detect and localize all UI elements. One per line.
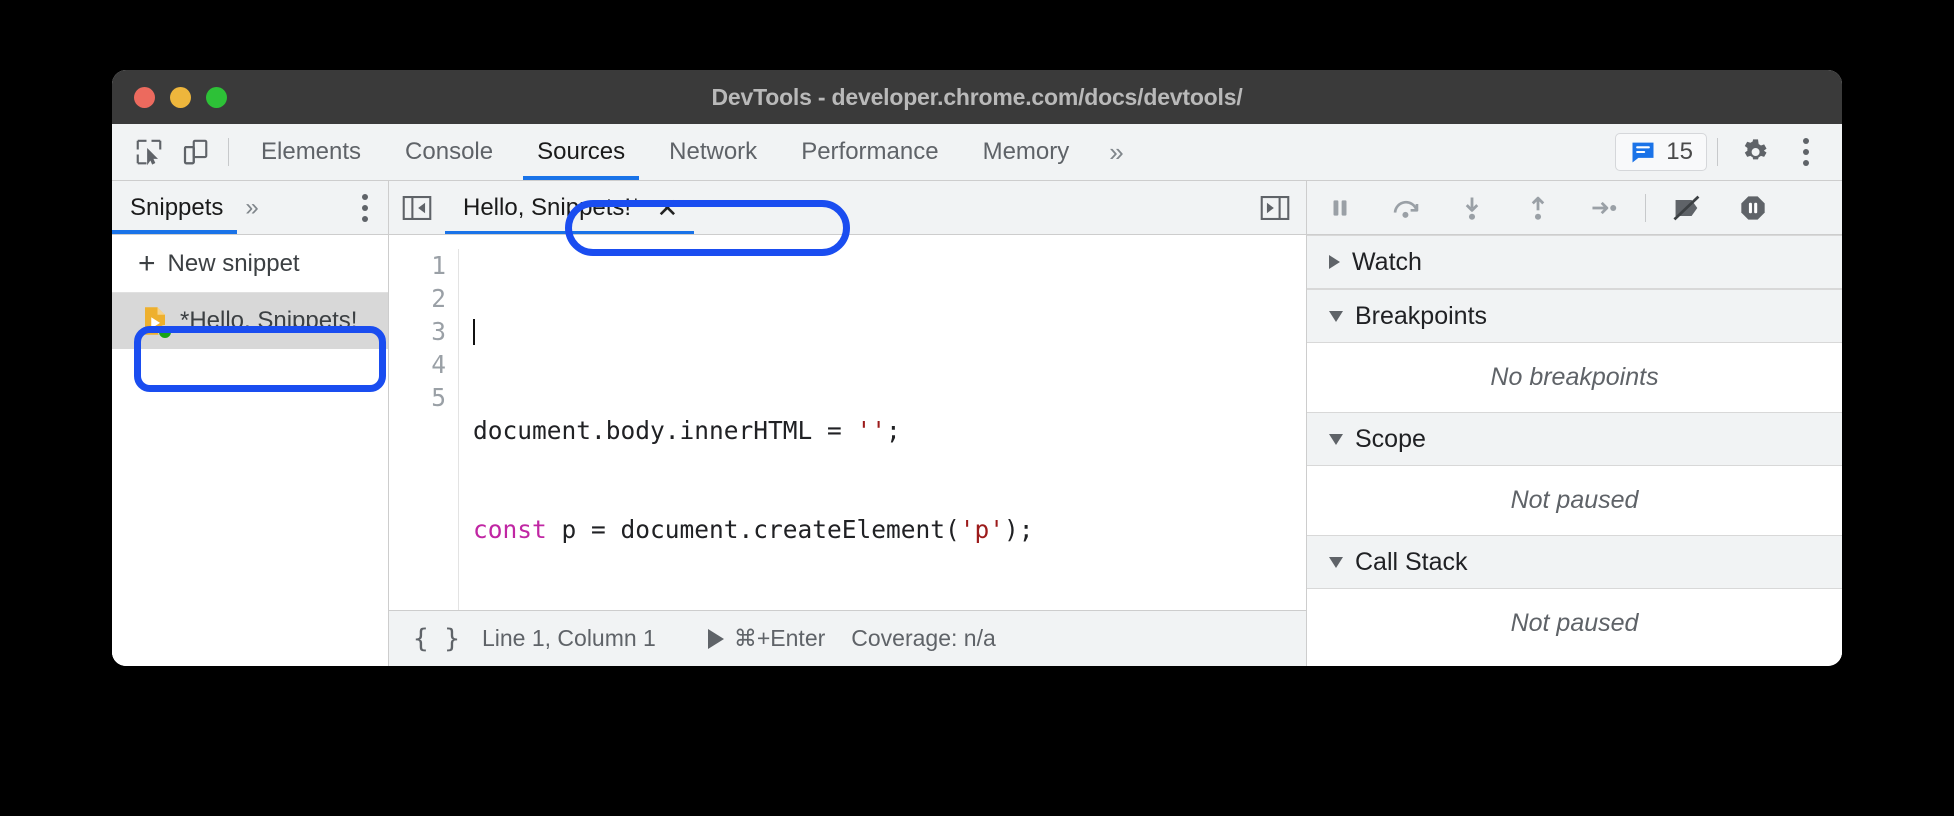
line-number: 3	[431, 317, 446, 346]
editor-status-bar: { } Line 1, Column 1 ⌘+Enter Coverage: n…	[389, 610, 1306, 666]
chevron-down-icon	[1329, 556, 1343, 568]
line-number-gutter: 1 2 3 4 5	[389, 249, 459, 610]
pretty-print-icon[interactable]: { }	[389, 624, 482, 654]
devtools-panels: Snippets » + New snippet *Hello, Snippet…	[112, 181, 1842, 666]
list-item-label: *Hello, Snippets!	[180, 307, 358, 334]
collapse-navigator-icon[interactable]	[389, 181, 445, 234]
call-stack-empty-message: Not paused	[1307, 589, 1842, 658]
section-title: Watch	[1352, 247, 1422, 276]
window-title: DevTools - developer.chrome.com/docs/dev…	[711, 83, 1243, 110]
tab-console[interactable]: Console	[383, 124, 515, 180]
issues-message-icon	[1632, 142, 1654, 163]
line-number: 4	[431, 350, 446, 379]
code-editor[interactable]: 1 2 3 4 5 document.body.innerHTML = ''; …	[389, 235, 1306, 610]
step-into-icon[interactable]	[1439, 194, 1505, 222]
debugger-toolbar-divider	[1645, 193, 1646, 222]
issues-count-label: 15	[1666, 138, 1693, 165]
snippet-file-icon	[142, 306, 172, 339]
section-header-call-stack[interactable]: Call Stack	[1307, 535, 1842, 589]
tab-sources[interactable]: Sources	[515, 124, 647, 180]
coverage-label: Coverage: n/a	[851, 625, 996, 651]
chevron-down-icon	[1329, 433, 1343, 445]
navigator-tabbar: Snippets »	[112, 181, 388, 235]
step-over-icon[interactable]	[1373, 194, 1439, 222]
devtools-window: DevTools - developer.chrome.com/docs/dev…	[112, 70, 1842, 666]
code-content[interactable]: document.body.innerHTML = ''; const p = …	[459, 249, 1034, 610]
snippet-unsaved-badge	[158, 325, 172, 339]
editor-pane: Hello, Snippets!* ✕ 1 2 3 4 5 document.b…	[389, 181, 1307, 666]
section-title: Breakpoints	[1355, 301, 1488, 330]
list-item-snippet[interactable]: *Hello, Snippets!	[112, 293, 388, 349]
tab-performance[interactable]: Performance	[779, 124, 960, 180]
devtools-main-toolbar: Elements Console Sources Network Perform…	[112, 124, 1842, 181]
navigator-pane: Snippets » + New snippet *Hello, Snippet…	[112, 181, 389, 666]
pause-on-exceptions-icon[interactable]	[1720, 194, 1786, 222]
inspect-element-icon[interactable]	[126, 124, 172, 180]
code-line-2: document.body.innerHTML = '';	[473, 416, 901, 445]
editor-tabbar-filler	[694, 181, 1244, 234]
chevron-right-icon	[1329, 255, 1340, 269]
step-icon[interactable]	[1571, 195, 1637, 221]
section-header-breakpoints[interactable]: Breakpoints	[1307, 289, 1842, 343]
sidebar-item-snippets[interactable]: Snippets	[112, 181, 238, 234]
text-caret	[473, 319, 475, 345]
gear-icon[interactable]	[1728, 124, 1780, 180]
pause-script-icon[interactable]	[1307, 195, 1373, 221]
editor-tabbar: Hello, Snippets!* ✕	[389, 181, 1306, 235]
close-icon[interactable]: ✕	[656, 195, 678, 221]
chevron-down-icon	[1329, 310, 1343, 322]
code-line-1	[473, 315, 1034, 348]
scope-empty-message: Not paused	[1307, 466, 1842, 535]
toolbar-divider-2	[1717, 138, 1718, 166]
toolbar-divider	[228, 138, 229, 166]
cursor-position-label: Line 1, Column 1	[481, 625, 656, 651]
breakpoints-empty-message: No breakpoints	[1307, 343, 1842, 412]
tab-elements[interactable]: Elements	[239, 124, 383, 180]
step-out-icon[interactable]	[1505, 194, 1571, 222]
tab-network[interactable]: Network	[647, 124, 779, 180]
line-number: 2	[431, 284, 446, 313]
code-line-3: const p = document.createElement('p');	[473, 515, 1034, 544]
section-header-scope[interactable]: Scope	[1307, 412, 1842, 466]
device-toolbar-icon[interactable]	[172, 124, 218, 180]
editor-file-tab[interactable]: Hello, Snippets!* ✕	[445, 181, 695, 234]
line-number: 1	[431, 251, 446, 280]
expand-debugger-icon[interactable]	[1244, 181, 1306, 234]
run-shortcut-label: ⌘+Enter	[733, 625, 826, 651]
navigator-empty-area	[112, 349, 388, 666]
new-snippet-label: New snippet	[167, 249, 300, 277]
tab-memory[interactable]: Memory	[961, 124, 1092, 180]
line-number: 5	[431, 383, 446, 412]
more-tabs-chevron-icon[interactable]: »	[1091, 124, 1141, 180]
navigator-kebab-menu-icon[interactable]	[342, 181, 388, 234]
debugger-sidebar: Watch Breakpoints No breakpoints Scope N…	[1307, 181, 1842, 666]
navigator-more-tabs-chevron-icon[interactable]: »	[237, 181, 266, 234]
section-title: Scope	[1355, 424, 1426, 453]
run-snippet-hint[interactable]: ⌘+Enter	[707, 625, 851, 652]
editor-file-tab-label: Hello, Snippets!*	[463, 193, 641, 221]
deactivate-breakpoints-icon[interactable]	[1654, 194, 1720, 222]
section-header-watch[interactable]: Watch	[1307, 235, 1842, 289]
play-icon	[707, 628, 724, 649]
debugger-toolbar	[1307, 181, 1842, 235]
new-snippet-button[interactable]: + New snippet	[112, 235, 388, 293]
issues-counter-button[interactable]: 15	[1615, 133, 1707, 171]
kebab-menu-icon[interactable]	[1780, 124, 1832, 180]
section-title: Call Stack	[1355, 547, 1468, 576]
window-titlebar: DevTools - developer.chrome.com/docs/dev…	[112, 70, 1842, 124]
plus-icon: +	[138, 246, 156, 280]
